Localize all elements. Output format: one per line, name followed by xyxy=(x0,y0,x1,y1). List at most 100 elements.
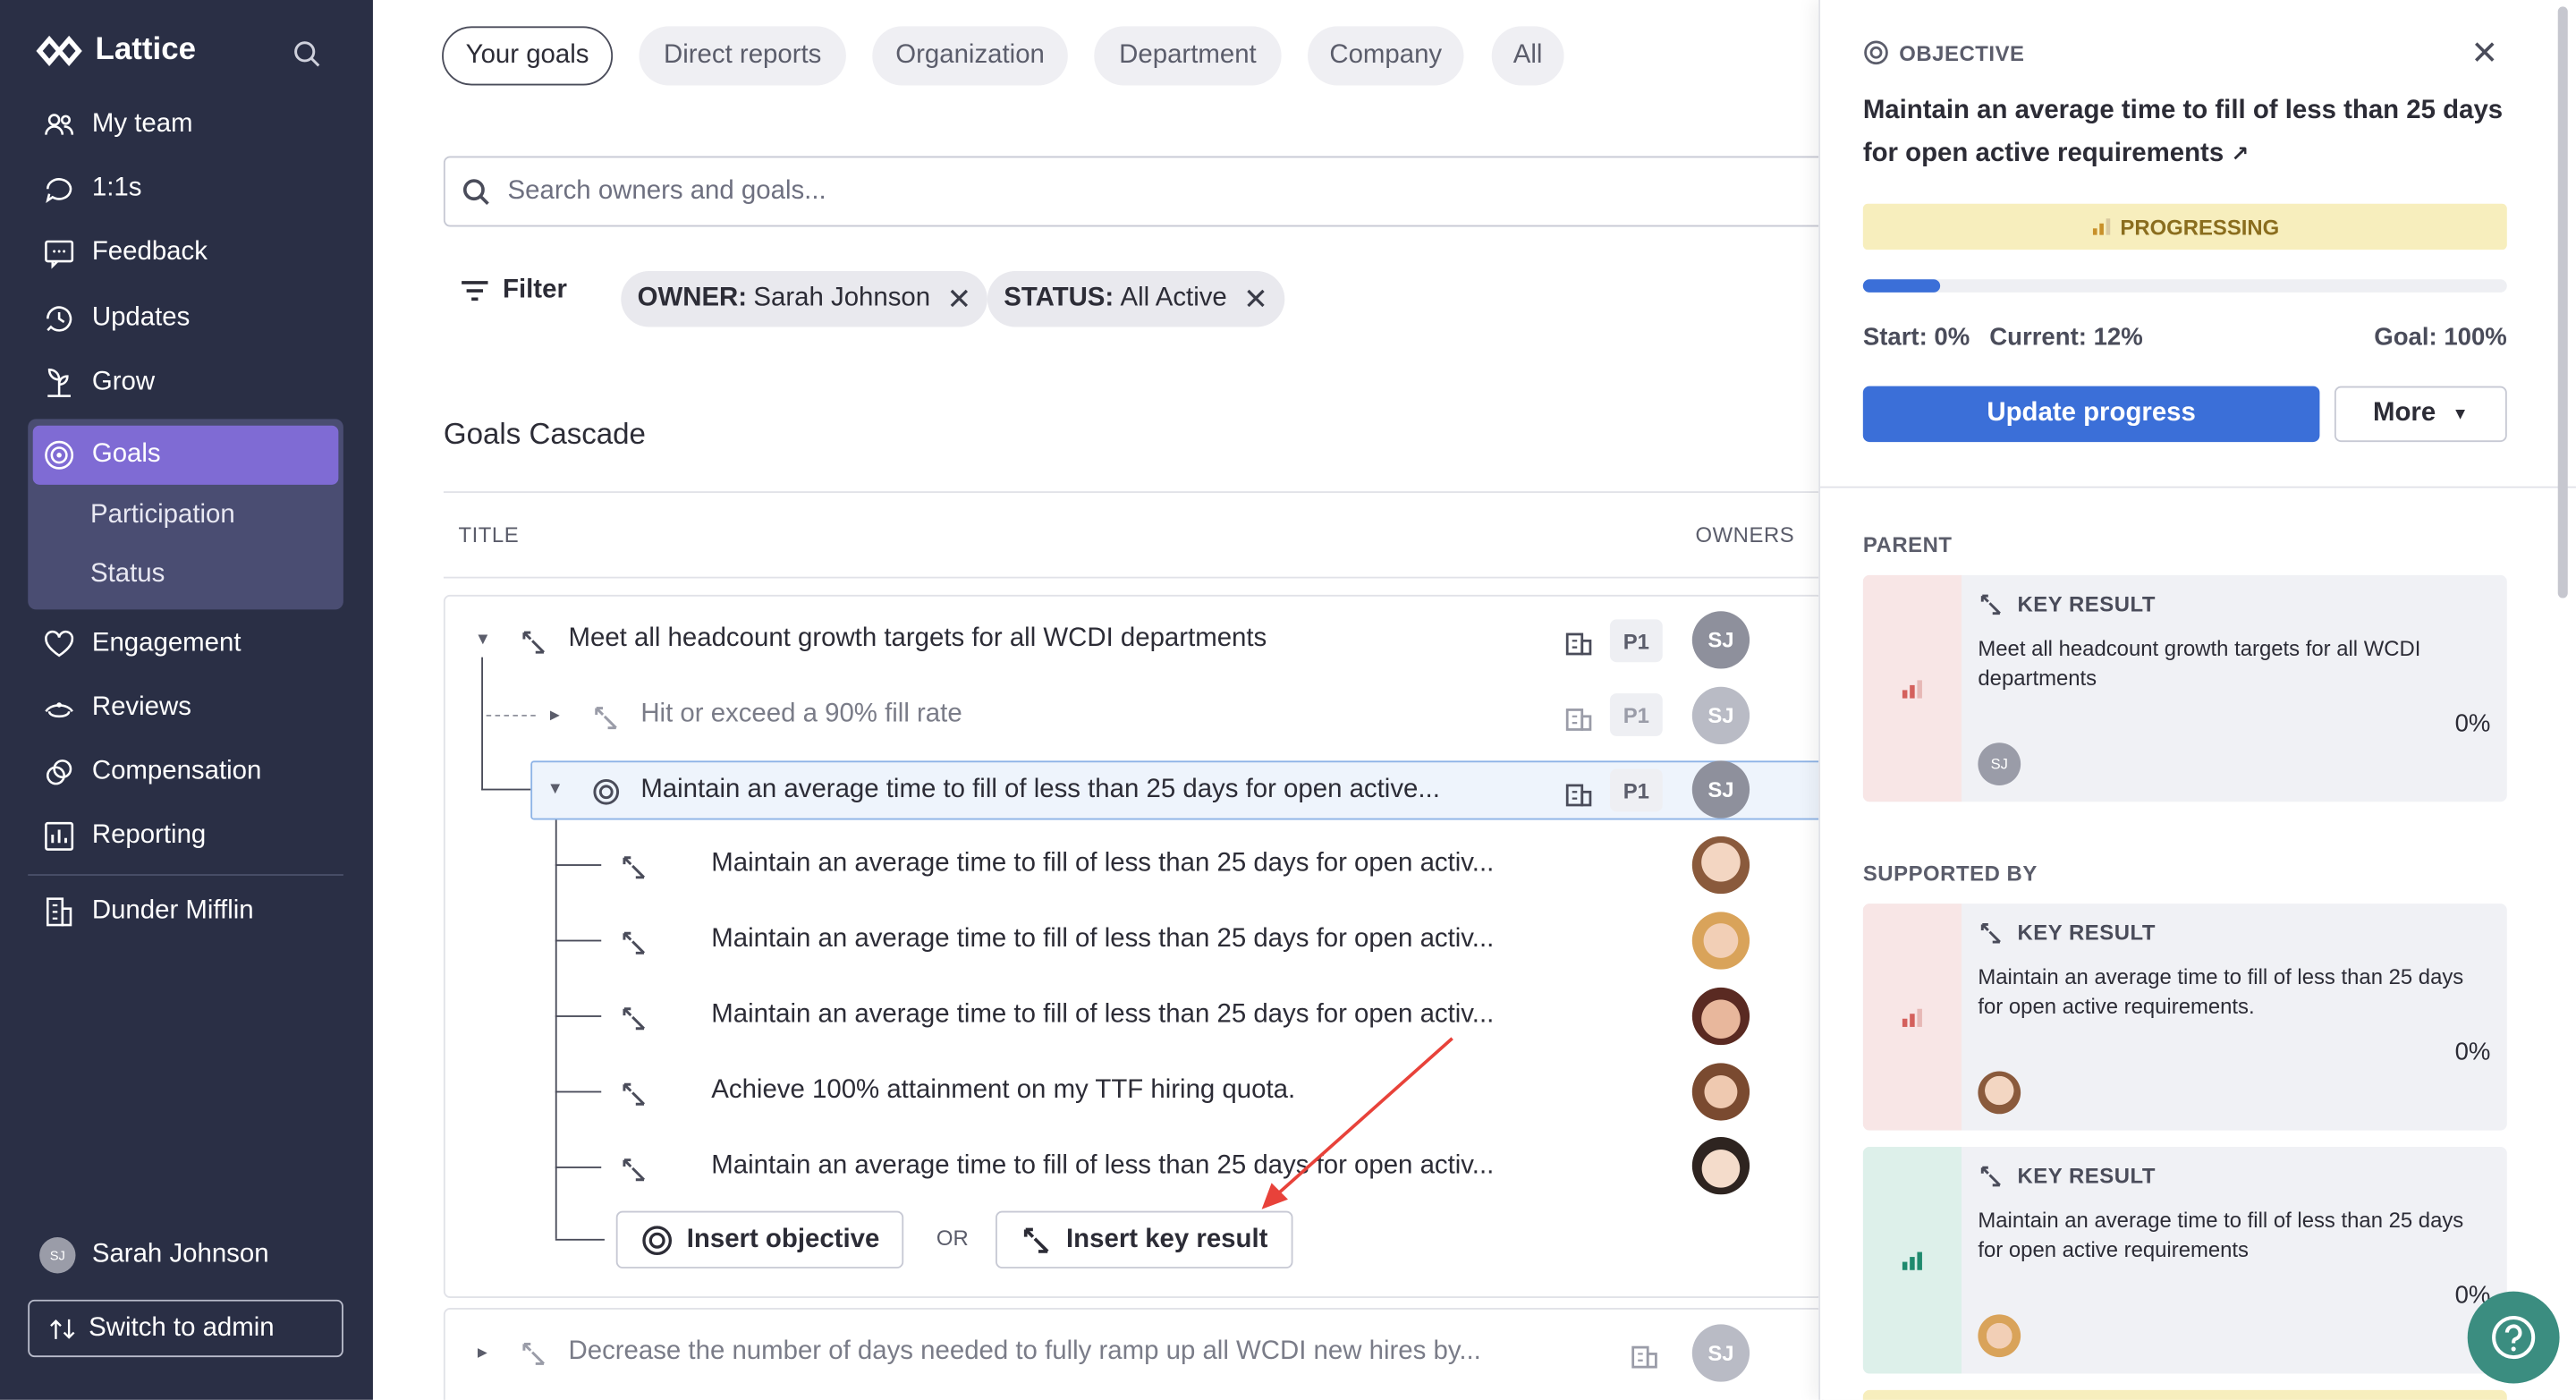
building-icon xyxy=(1631,1345,1657,1369)
tree-line xyxy=(555,816,557,1239)
collapse-arrow-icon[interactable]: ▼ xyxy=(475,631,491,649)
search-icon xyxy=(462,178,489,205)
avatar[interactable] xyxy=(1691,1136,1750,1195)
column-header-title[interactable]: TITLE xyxy=(458,522,519,547)
nav-engagement[interactable]: Engagement xyxy=(43,628,242,661)
card-percent: 0% xyxy=(2454,1038,2491,1067)
nav-dunder-mifflin[interactable]: Dunder Mifflin xyxy=(43,895,254,929)
goal-row-title[interactable]: Maintain an average time to fill of less… xyxy=(711,1001,1494,1031)
panel-title-text: Maintain an average time to fill of less… xyxy=(1862,97,2504,168)
avatar[interactable] xyxy=(1691,912,1750,970)
nav-feedback[interactable]: Feedback xyxy=(43,236,208,269)
goal-row-title[interactable]: Maintain an average time to fill of less… xyxy=(711,850,1494,879)
nav-reporting[interactable]: Reporting xyxy=(43,820,207,853)
search-input[interactable]: Search owners and goals... xyxy=(443,156,1857,227)
feedback-icon xyxy=(45,240,74,269)
scrollbar[interactable] xyxy=(2555,0,2571,1400)
key-result-icon xyxy=(623,1007,646,1031)
card-text: Meet all headcount growth targets for al… xyxy=(1978,635,2421,691)
lattice-logo[interactable]: Lattice xyxy=(36,33,196,69)
panel-title[interactable]: Maintain an average time to fill of less… xyxy=(1863,90,2504,176)
external-link-icon[interactable]: ↗ xyxy=(2231,141,2249,166)
divider xyxy=(1820,486,2576,488)
tab-direct-reports[interactable]: Direct reports xyxy=(639,26,846,86)
avatar[interactable]: SJ xyxy=(1691,611,1750,669)
close-icon[interactable]: ✕ xyxy=(1243,282,1268,317)
tab-all[interactable]: All xyxy=(1491,26,1564,86)
tree-line xyxy=(481,788,531,791)
expand-arrow-icon[interactable]: ▼ xyxy=(474,1345,492,1361)
close-icon[interactable]: ✕ xyxy=(946,282,971,317)
chip-value: Sarah Johnson xyxy=(753,284,931,312)
goal-row-title[interactable]: Achieve 100% attainment on my TTF hiring… xyxy=(711,1076,1295,1106)
nav-goals[interactable]: Goals xyxy=(43,438,161,471)
update-progress-button[interactable]: Update progress xyxy=(1862,386,2320,443)
nav-updates[interactable]: Updates xyxy=(43,302,191,335)
avatar[interactable] xyxy=(1978,1071,2021,1115)
avatar[interactable] xyxy=(1691,1063,1750,1121)
team-icon xyxy=(45,114,74,135)
help-button[interactable] xyxy=(2467,1291,2560,1384)
nav-label: Dunder Mifflin xyxy=(91,896,254,926)
key-result-icon xyxy=(1023,1226,1049,1252)
supported-card[interactable] xyxy=(1862,1389,2507,1400)
goal-row-title[interactable]: Decrease the number of days needed to fu… xyxy=(568,1337,1480,1367)
parent-card[interactable]: KEY RESULT Meet all headcount growth tar… xyxy=(1862,574,2507,802)
supported-card[interactable]: KEY RESULT Maintain an average time to f… xyxy=(1862,1147,2507,1374)
tab-company[interactable]: Company xyxy=(1308,26,1464,86)
column-header-owners[interactable]: OWNERS xyxy=(1695,522,1794,547)
bar-chart-icon xyxy=(1902,1252,1922,1270)
tab-department[interactable]: Department xyxy=(1094,26,1282,86)
nav-label: Grow xyxy=(91,368,156,396)
progress-current: Current: 12% xyxy=(1989,323,2143,352)
tree-line xyxy=(555,939,602,942)
key-result-icon xyxy=(623,856,646,879)
expand-arrow-icon[interactable]: ▼ xyxy=(547,708,564,724)
nav-grow[interactable]: Grow xyxy=(43,367,155,400)
status-filter-chip[interactable]: STATUS: All Active ✕ xyxy=(987,271,1285,327)
tab-your-goals[interactable]: Your goals xyxy=(442,26,614,86)
nav-status[interactable]: Status xyxy=(90,560,165,590)
supported-card[interactable]: KEY RESULT Maintain an average time to f… xyxy=(1862,904,2507,1131)
insert-key-result-button[interactable]: Insert key result xyxy=(996,1210,1292,1268)
owner-filter-chip[interactable]: OWNER: Sarah Johnson ✕ xyxy=(621,271,988,327)
insert-objective-button[interactable]: Insert objective xyxy=(615,1210,904,1268)
nav-reviews[interactable]: Reviews xyxy=(43,692,191,725)
card-type: KEY RESULT xyxy=(2017,920,2157,946)
collapse-arrow-icon[interactable]: ▼ xyxy=(547,780,564,798)
priority-badge: P1 xyxy=(1609,768,1663,812)
divider xyxy=(443,491,1824,494)
avatar[interactable] xyxy=(1691,987,1750,1046)
tab-organization[interactable]: Organization xyxy=(872,26,1068,86)
building-icon xyxy=(1565,632,1592,656)
supported-by-label: SUPPORTED BY xyxy=(1862,861,2038,886)
search-placeholder: Search owners and goals... xyxy=(507,176,826,205)
user-profile[interactable]: SJ Sarah Johnson xyxy=(39,1237,269,1274)
nav-1on1s[interactable]: 1:1s xyxy=(43,173,142,206)
nav-my-team[interactable]: My team xyxy=(43,108,193,141)
goal-row-title[interactable]: Maintain an average time to fill of less… xyxy=(711,925,1494,955)
goal-row-title[interactable]: Meet all headcount growth targets for al… xyxy=(568,624,1267,654)
avatar[interactable]: SJ xyxy=(1691,1324,1750,1382)
switch-to-admin-button[interactable]: Switch to admin xyxy=(28,1299,343,1358)
progress-fill xyxy=(1862,279,1941,293)
avatar[interactable]: SJ xyxy=(1691,760,1750,819)
avatar[interactable]: SJ xyxy=(1691,686,1750,745)
more-button[interactable]: More ▼ xyxy=(2334,386,2507,443)
objective-panel: OBJECTIVE ✕ Maintain an average time to … xyxy=(1818,0,2576,1400)
goal-row-title[interactable]: Maintain an average time to fill of less… xyxy=(640,776,1440,805)
filter-button[interactable]: Filter xyxy=(460,276,567,306)
scrollbar-thumb[interactable] xyxy=(2557,6,2568,598)
close-icon[interactable]: ✕ xyxy=(2470,33,2498,74)
avatar[interactable] xyxy=(1691,836,1750,895)
nav-label: My team xyxy=(91,110,193,139)
search-icon[interactable] xyxy=(292,39,322,69)
avatar[interactable] xyxy=(1978,1314,2021,1358)
avatar[interactable]: SJ xyxy=(1978,742,2021,785)
nav-participation[interactable]: Participation xyxy=(90,501,235,530)
nav-label: Engagement xyxy=(91,629,242,658)
goal-row-title[interactable]: Hit or exceed a 90% fill rate xyxy=(640,700,962,729)
section-title: Goals Cascade xyxy=(443,417,646,451)
compensation-icon xyxy=(46,759,72,785)
nav-compensation[interactable]: Compensation xyxy=(43,756,262,789)
